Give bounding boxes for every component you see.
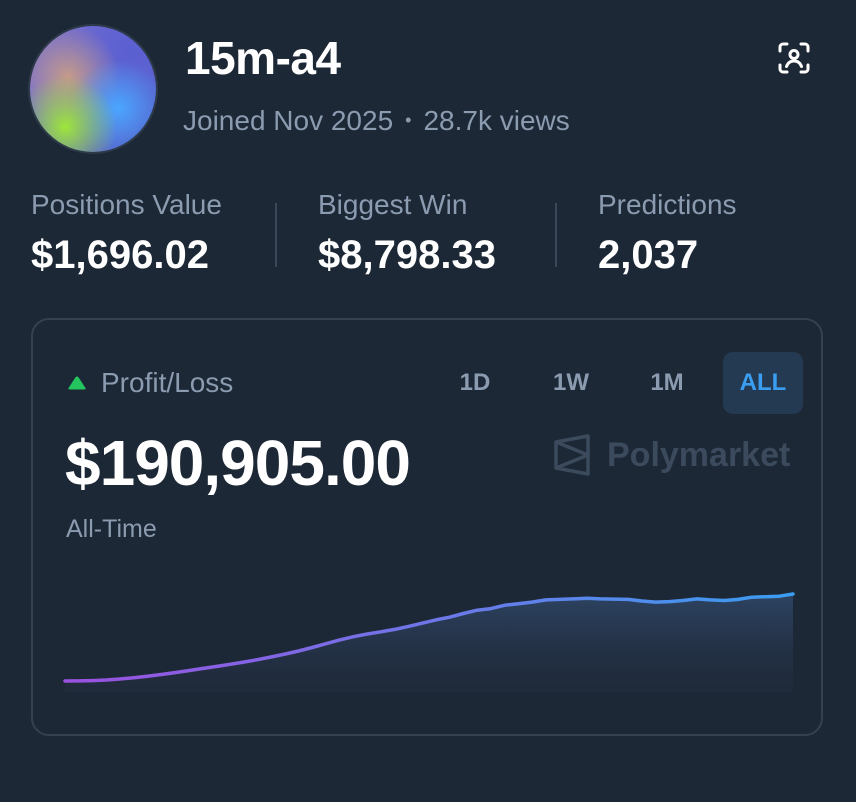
stat-predictions: Predictions 2,037 <box>598 188 737 278</box>
polymarket-watermark: Polymarket <box>553 434 790 476</box>
stat-value: $1,696.02 <box>31 233 209 277</box>
profit-loss-title: Profit/Loss <box>101 367 234 398</box>
stat-divider <box>275 203 277 267</box>
timeframe-tabs: 1D 1W 1M ALL <box>419 352 803 414</box>
profile-meta: Joined Nov 2025 • 28.7k views <box>183 104 570 140</box>
brand-name: Polymarket <box>607 436 791 474</box>
tab-all[interactable]: ALL <box>723 352 803 414</box>
chart-area-fill <box>65 594 793 692</box>
tab-1d[interactable]: 1D <box>435 352 515 414</box>
profit-loss-header: Profit/Loss <box>67 366 233 400</box>
up-triangle-icon <box>68 376 86 390</box>
stat-divider <box>555 203 557 267</box>
stat-label: Biggest Win <box>318 189 468 220</box>
profit-loss-card: Profit/Loss 1D 1W 1M ALL $190,905.00 All… <box>31 318 823 736</box>
view-count: 28.7k views <box>423 105 570 136</box>
profit-loss-value: $190,905.00 <box>65 427 411 499</box>
tab-1w[interactable]: 1W <box>531 352 611 414</box>
stat-value: 2,037 <box>598 233 699 277</box>
meta-separator: • <box>405 109 412 130</box>
stat-positions-value: Positions Value $1,696.02 <box>31 188 222 278</box>
stat-value: $8,798.33 <box>318 233 496 277</box>
stat-label: Positions Value <box>31 189 222 220</box>
stat-label: Predictions <box>598 189 737 220</box>
tab-1m[interactable]: 1M <box>627 352 707 414</box>
profit-loss-period: All-Time <box>66 515 157 543</box>
face-scan-button[interactable] <box>774 38 814 78</box>
face-scan-icon <box>778 42 810 74</box>
polymarket-logo-icon <box>554 434 590 476</box>
stat-biggest-win: Biggest Win $8,798.33 <box>318 188 496 278</box>
joined-date: Joined Nov 2025 <box>183 105 394 136</box>
username: 15m-a4 <box>185 32 341 84</box>
avatar[interactable] <box>30 26 156 152</box>
profile-page: 15m-a4 Joined Nov 2025 • 28.7k views Posit… <box>0 0 856 802</box>
